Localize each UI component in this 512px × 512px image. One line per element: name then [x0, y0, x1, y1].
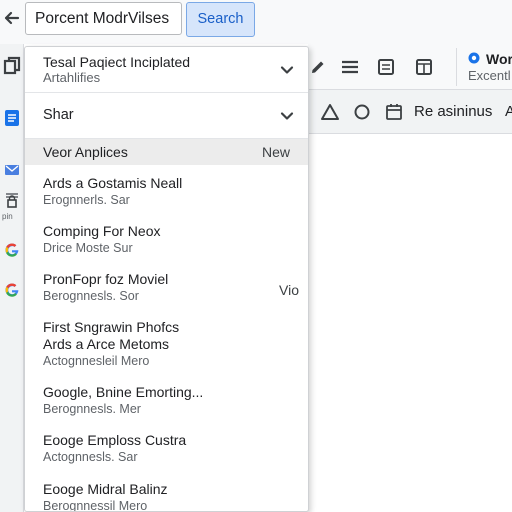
document-icon[interactable] [376, 57, 396, 77]
subbar-label[interactable]: Re asininus [414, 103, 492, 120]
list-item[interactable]: PronFopr foz Moviel Berognnesls. Sor [43, 271, 293, 304]
panel-header[interactable]: Tesal Paqiect Inciplated Artahlifies [25, 47, 308, 93]
account-subtitle: Excentl [468, 68, 511, 83]
pin-label: pin [2, 212, 13, 221]
panel-subtitle: Artahlifies [43, 70, 101, 85]
panel-section[interactable]: Shar [25, 93, 308, 139]
list-item-title: Ards a Gostamis Neall [43, 175, 183, 191]
chevron-down-icon[interactable] [280, 109, 294, 123]
chevron-down-icon[interactable] [280, 63, 294, 77]
lock-icon[interactable] [2, 190, 22, 210]
document-icon[interactable] [2, 108, 22, 128]
menu-icon[interactable] [340, 57, 360, 77]
list-item-title: Eooge Midral Balinz [43, 481, 168, 497]
main-toolbar: Wor Excentl [308, 44, 512, 90]
window-icon[interactable] [414, 57, 434, 77]
dropdown-panel: Tesal Paqiect Inciplated Artahlifies Sha… [24, 46, 309, 512]
calendar-icon[interactable] [384, 102, 404, 122]
list-item-title: PronFopr foz Moviel [43, 271, 169, 287]
top-bar: Porcent ModrVilses Search [0, 0, 512, 44]
circle-icon[interactable] [352, 102, 372, 122]
list-item-subtitle: Erognnerls. Sar [43, 193, 130, 207]
new-badge: New [261, 144, 290, 160]
secondary-toolbar: Re asininus A [308, 90, 512, 134]
list-item-title-line2: Ards a Arce Metoms [43, 336, 170, 352]
list-item-subtitle: Berognnesls. Mer [43, 402, 141, 416]
search-button[interactable]: Search [186, 2, 255, 37]
pencil-icon[interactable] [308, 57, 328, 77]
list-item[interactable]: Comping For Neox Drice Moste Sur [43, 223, 293, 256]
subbar-trailing[interactable]: A [505, 103, 512, 120]
list-item-title: Google, Bnine Emorting... [43, 384, 204, 400]
toolbar-divider [456, 48, 457, 86]
list-item-subtitle: Berognnessil Mero [43, 499, 148, 512]
list-item-subtitle: Actognnesleil Mero [43, 354, 150, 368]
search-input[interactable]: Porcent ModrVilses [25, 2, 182, 35]
warning-icon[interactable] [320, 102, 340, 122]
list-item[interactable]: Google, Bnine Emorting... Berognnesls. M… [43, 384, 293, 417]
list-item[interactable]: Eooge Midral Balinz Berognnessil Mero [43, 481, 293, 512]
list-item-subtitle: Berognnesls. Sor [43, 289, 139, 303]
list-item-subtitle: Drice Moste Sur [43, 241, 133, 255]
back-arrow-icon[interactable] [2, 8, 22, 28]
google-icon-2[interactable] [2, 280, 22, 300]
copy-icon[interactable] [2, 56, 22, 76]
app-window: Porcent ModrVilses Search pin Wor Excent… [0, 0, 512, 512]
list-item-title: Comping For Neox [43, 223, 161, 239]
list-item-title: Eooge Emploss Custra [43, 432, 187, 448]
view-label[interactable]: Vio [279, 282, 299, 298]
selected-item-label: Veor Anplices [43, 144, 128, 160]
content-area [308, 134, 512, 512]
list-item-subtitle: Actognnesls. Sar [43, 450, 138, 464]
globe-icon [468, 52, 480, 64]
list-item[interactable]: First Sngrawin Phofcs Ards a Arce Metoms… [43, 319, 293, 369]
left-rail: pin [0, 44, 24, 512]
selected-item[interactable]: Veor Anplices New [25, 139, 308, 165]
panel-title: Tesal Paqiect Inciplated [43, 54, 191, 70]
account-title[interactable]: Wor [486, 51, 512, 67]
list-item-title: First Sngrawin Phofcs [43, 319, 180, 335]
list-item[interactable]: Ards a Gostamis Neall Erognnerls. Sar [43, 175, 293, 208]
mail-icon[interactable] [2, 160, 22, 180]
section-label: Shar [43, 107, 74, 123]
google-icon[interactable] [2, 240, 22, 260]
list-item[interactable]: Eooge Emploss Custra Actognnesls. Sar [43, 432, 293, 465]
